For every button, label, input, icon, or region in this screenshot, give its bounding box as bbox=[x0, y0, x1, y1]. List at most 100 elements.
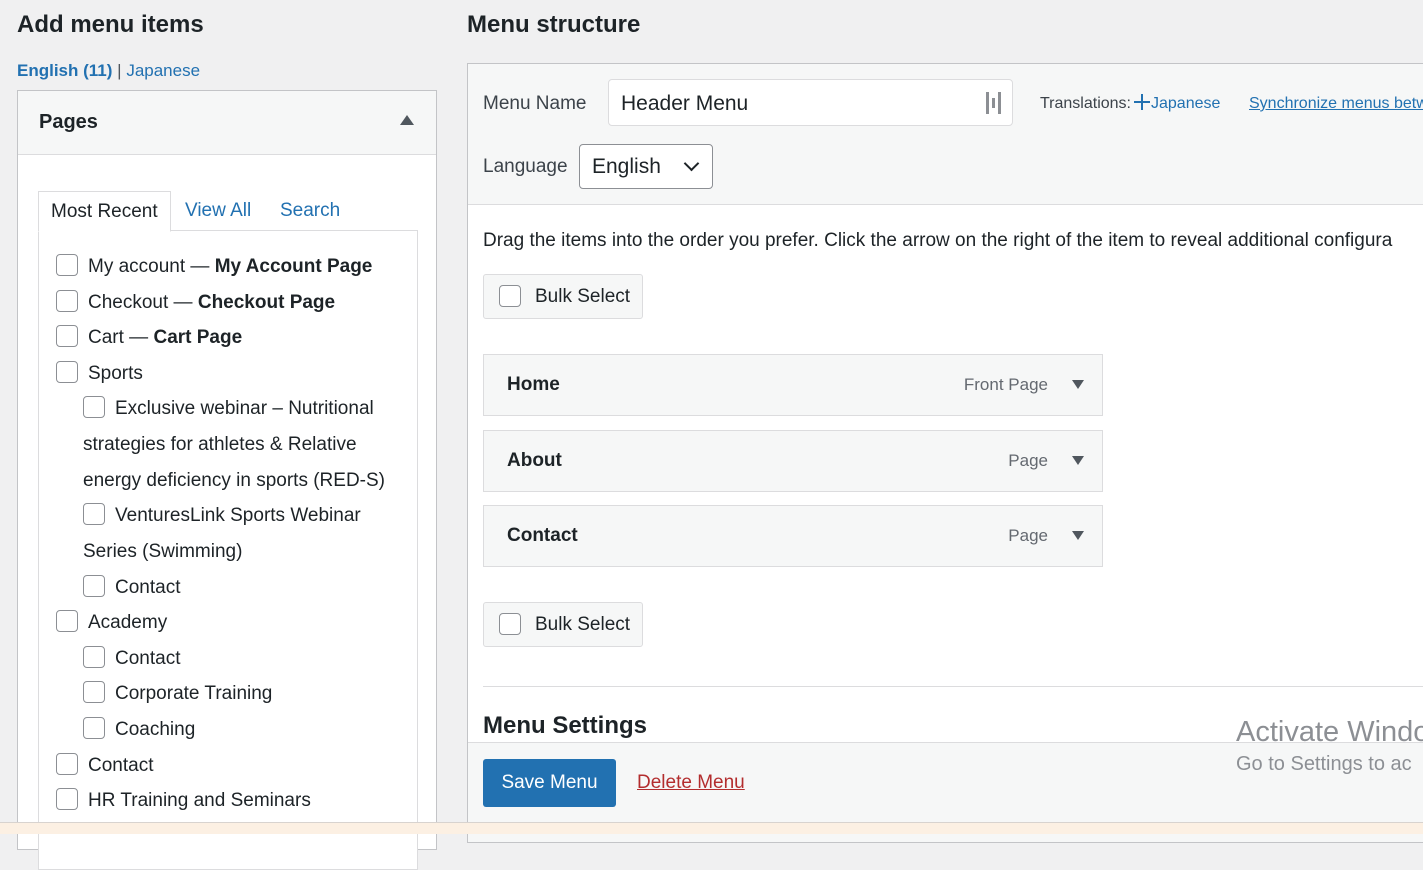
language-select[interactable]: English bbox=[579, 144, 713, 189]
checkbox[interactable] bbox=[56, 361, 78, 383]
menu-item-contact[interactable]: Contact Page bbox=[483, 505, 1103, 567]
bulk-select-bottom[interactable]: Bulk Select bbox=[483, 602, 643, 647]
bulk-select-checkbox[interactable] bbox=[499, 613, 521, 635]
page-dash: — bbox=[185, 256, 215, 278]
page-item-contact[interactable]: Contact bbox=[83, 575, 181, 599]
tab-view-all[interactable]: View All bbox=[173, 191, 263, 230]
page-state: Cart Page bbox=[153, 327, 243, 349]
menu-item-title: Contact bbox=[507, 525, 578, 546]
drag-instructions: Drag the items into the order you prefer… bbox=[483, 230, 1393, 251]
expand-arrow-icon[interactable] bbox=[1072, 531, 1084, 540]
menu-item-about[interactable]: About Page bbox=[483, 430, 1103, 492]
page-title: My account bbox=[88, 256, 186, 278]
page-item-cart[interactable]: Cart — Cart Page bbox=[56, 325, 243, 349]
add-menu-items-title: Add menu items bbox=[17, 11, 204, 38]
page-title: Academy bbox=[88, 612, 168, 634]
checkbox[interactable] bbox=[83, 717, 105, 739]
page-item-my-account[interactable]: My account — My Account Page bbox=[56, 254, 373, 278]
translations: Translations: Japanese bbox=[1040, 94, 1220, 113]
bulk-select-label: Bulk Select bbox=[535, 286, 631, 307]
page-item-ventureslink-webinar[interactable]: VenturesLink Sports Webinar bbox=[83, 503, 361, 527]
add-translation-japanese-link[interactable]: Japanese bbox=[1151, 95, 1220, 112]
page-title: Corporate Training bbox=[115, 683, 273, 705]
menu-header: Menu Name Header Menu Translations: Japan… bbox=[468, 64, 1423, 205]
checkbox[interactable] bbox=[83, 503, 105, 525]
save-menu-button[interactable]: Save Menu bbox=[483, 759, 616, 807]
checkbox[interactable] bbox=[56, 254, 78, 276]
page-title: Coaching bbox=[115, 719, 196, 741]
bulk-select-top[interactable]: Bulk Select bbox=[483, 274, 643, 319]
checkbox[interactable] bbox=[83, 575, 105, 597]
language-separator: | bbox=[117, 61, 122, 80]
windows-activation-watermark: Activate Windo Go to Settings to ac bbox=[1236, 716, 1423, 776]
menu-name-input[interactable]: Header Menu bbox=[608, 79, 1013, 126]
page-item-exclusive-webinar[interactable]: Exclusive webinar – Nutritional bbox=[83, 396, 374, 420]
language-select-value: English bbox=[592, 155, 661, 178]
expand-arrow-icon[interactable] bbox=[1072, 380, 1084, 389]
pages-metabox-header[interactable]: Pages bbox=[18, 91, 436, 155]
page-title-line: energy deficiency in sports (RED-S) bbox=[83, 470, 385, 491]
page-state: My Account Page bbox=[214, 256, 373, 278]
page-item-corporate-training[interactable]: Corporate Training bbox=[83, 681, 273, 705]
page-title: Contact bbox=[115, 577, 181, 599]
menu-item-title: About bbox=[507, 450, 562, 471]
page-title: Sports bbox=[88, 363, 143, 385]
page-title: Checkout bbox=[88, 292, 169, 314]
menu-structure-title: Menu structure bbox=[467, 11, 641, 38]
watermark-line-2: Go to Settings to ac bbox=[1236, 753, 1412, 775]
menu-item-type: Page bbox=[1008, 451, 1048, 470]
expand-arrow-icon[interactable] bbox=[1072, 456, 1084, 465]
bulk-select-label: Bulk Select bbox=[535, 614, 631, 635]
most-recent-panel: My account — My Account Page Checkout — … bbox=[38, 230, 418, 870]
tab-search[interactable]: Search bbox=[268, 191, 352, 230]
language-label: Language bbox=[483, 156, 568, 177]
collapse-arrow-icon[interactable] bbox=[400, 115, 414, 125]
translations-label: Translations: bbox=[1040, 95, 1131, 112]
tab-most-recent[interactable]: Most Recent bbox=[38, 191, 171, 232]
password-manager-icon[interactable] bbox=[986, 92, 1002, 114]
checkbox[interactable] bbox=[56, 788, 78, 810]
checkbox[interactable] bbox=[56, 610, 78, 632]
page-title-line: Exclusive webinar – Nutritional bbox=[115, 398, 374, 420]
page-item-sports[interactable]: Sports bbox=[56, 361, 143, 385]
checkbox[interactable] bbox=[56, 290, 78, 312]
menu-settings-title: Menu Settings bbox=[483, 712, 648, 739]
pages-metabox: Pages Most Recent View All Search My acc… bbox=[17, 90, 437, 870]
menu-name-value: Header Menu bbox=[621, 92, 749, 115]
menu-item-home[interactable]: Home Front Page bbox=[483, 354, 1103, 416]
page-title: Contact bbox=[115, 648, 181, 670]
menu-item-title: Home bbox=[507, 374, 560, 395]
checkbox[interactable] bbox=[83, 396, 105, 418]
checkbox[interactable] bbox=[83, 646, 105, 668]
language-link-english[interactable]: English (11) bbox=[17, 61, 112, 80]
bulk-select-checkbox[interactable] bbox=[499, 285, 521, 307]
page-title: Contact bbox=[88, 755, 154, 777]
checkbox[interactable] bbox=[56, 325, 78, 347]
page-item-checkout[interactable]: Checkout — Checkout Page bbox=[56, 290, 336, 314]
page-item-academy[interactable]: Academy bbox=[56, 610, 168, 634]
bottom-notice-bar bbox=[0, 822, 1423, 834]
watermark-line-1: Activate Windo bbox=[1236, 716, 1423, 748]
page-title: HR Training and Seminars bbox=[88, 790, 311, 812]
page-item-hr-training[interactable]: HR Training and Seminars bbox=[56, 788, 311, 812]
page-title: Cart bbox=[88, 327, 124, 349]
page-item-contact[interactable]: Contact bbox=[83, 646, 181, 670]
page-title-line: strategies for athletes & Relative bbox=[83, 434, 357, 455]
plus-icon[interactable] bbox=[1134, 94, 1150, 110]
language-switcher: English (11) | Japanese bbox=[17, 61, 200, 81]
pages-metabox-title: Pages bbox=[39, 111, 98, 133]
page-item-coaching[interactable]: Coaching bbox=[83, 717, 196, 741]
page-dash: — bbox=[168, 292, 198, 314]
page-item-contact[interactable]: Contact bbox=[56, 753, 154, 777]
menu-item-type: Front Page bbox=[963, 375, 1048, 394]
language-link-japanese[interactable]: Japanese bbox=[126, 61, 200, 80]
checkbox[interactable] bbox=[56, 753, 78, 775]
checkbox[interactable] bbox=[83, 681, 105, 703]
page-state: Checkout Page bbox=[197, 292, 336, 314]
page-dash: — bbox=[123, 327, 154, 349]
divider bbox=[483, 686, 1423, 687]
synchronize-menus-link[interactable]: Synchronize menus betw bbox=[1249, 95, 1423, 113]
menu-name-label: Menu Name bbox=[483, 93, 587, 114]
page-title-line: Series (Swimming) bbox=[83, 541, 243, 562]
delete-menu-link[interactable]: Delete Menu bbox=[637, 772, 745, 794]
